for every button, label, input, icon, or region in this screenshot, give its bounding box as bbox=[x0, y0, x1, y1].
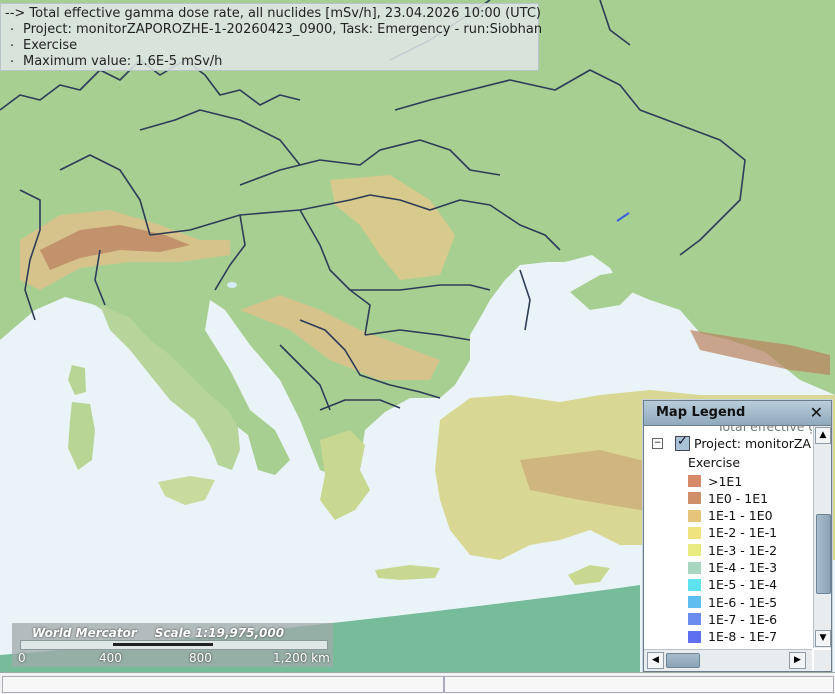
legend-item-label: >1E1 bbox=[708, 473, 743, 489]
legend-swatch bbox=[688, 526, 701, 539]
scale-caption: World Mercator Scale 1:19,975,000 bbox=[32, 626, 302, 640]
legend-swatch bbox=[688, 578, 701, 591]
legend-item: 1E-4 - 1E-3 bbox=[688, 560, 777, 576]
status-bar bbox=[0, 672, 835, 694]
legend-item: 1E-6 - 1E-5 bbox=[688, 594, 777, 610]
lake bbox=[227, 282, 237, 288]
projection-name: World Mercator bbox=[32, 626, 137, 640]
legend-vscroll-thumb[interactable] bbox=[816, 514, 831, 594]
scale-bar-graphic bbox=[20, 640, 328, 650]
legend-item-label: 1E-1 - 1E0 bbox=[708, 508, 773, 524]
info-title: --> Total effective gamma dose rate, all… bbox=[5, 6, 541, 21]
legend-item: 1E-5 - 1E-4 bbox=[688, 577, 777, 593]
scroll-corner bbox=[814, 650, 831, 671]
legend-item-label: 1E-4 - 1E-3 bbox=[708, 560, 778, 575]
info-exercise: Exercise bbox=[5, 35, 534, 54]
legend-item-label: 1E0 - 1E1 bbox=[708, 490, 769, 506]
scroll-right-icon[interactable]: ▶ bbox=[789, 652, 806, 669]
scroll-up-icon[interactable]: ▲ bbox=[815, 427, 831, 444]
legend-swatch bbox=[688, 596, 701, 609]
legend-exercise-label: Exercise bbox=[688, 455, 741, 470]
legend-item: 1E-7 - 1E-6 bbox=[688, 611, 777, 627]
legend-item: >1E1 bbox=[688, 473, 742, 489]
scale-ratio: Scale 1:19,975,000 bbox=[154, 626, 285, 640]
legend-hscroll-thumb[interactable] bbox=[666, 653, 700, 668]
status-cell-left bbox=[2, 676, 444, 693]
scale-bar: World Mercator Scale 1:19,975,000 0 400 8… bbox=[12, 623, 333, 667]
legend-swatch bbox=[688, 630, 701, 643]
checkbox-checked-icon[interactable] bbox=[675, 434, 690, 451]
legend-item: 1E-3 - 1E-2 bbox=[688, 542, 777, 558]
map-legend-window[interactable]: Map Legend ✕ Total effective gam − Proje… bbox=[643, 400, 832, 672]
scale-tick-0: 0 bbox=[18, 651, 26, 665]
legend-swatch bbox=[688, 561, 701, 574]
legend-titlebar[interactable]: Map Legend ✕ bbox=[644, 401, 831, 426]
legend-content: Total effective gam − Project: monitorZA… bbox=[644, 426, 812, 648]
legend-swatch bbox=[688, 492, 701, 505]
info-project: Project: monitorZAPOROZHE-1-20260423_090… bbox=[5, 19, 542, 38]
info-max-value: Maximum value: 1.6E-5 mSv/h bbox=[5, 51, 534, 70]
legend-item-label: 1E-3 - 1E-2 bbox=[708, 542, 778, 558]
scale-bar-segment bbox=[113, 643, 213, 646]
legend-layer-clipped: Total effective gam bbox=[717, 426, 812, 434]
scroll-left-icon[interactable]: ◀ bbox=[647, 652, 664, 669]
legend-item-label: 1E-7 - 1E-6 bbox=[708, 611, 778, 627]
legend-swatch bbox=[688, 544, 701, 557]
scroll-down-icon[interactable]: ▼ bbox=[815, 630, 831, 647]
legend-horizontal-scrollbar[interactable]: ◀ ▶ bbox=[644, 649, 812, 671]
legend-swatch bbox=[688, 613, 701, 626]
legend-item-label: 1E-8 - 1E-7 bbox=[708, 629, 778, 645]
scale-tick-400: 400 bbox=[99, 651, 122, 665]
legend-swatch bbox=[688, 475, 701, 487]
legend-item: 1E-1 - 1E0 bbox=[688, 508, 773, 524]
legend-vertical-scrollbar[interactable]: ▲ ▼ bbox=[813, 426, 831, 648]
legend-project-row[interactable]: − Project: monitorZAP bbox=[652, 434, 812, 451]
legend-project-label: Project: monitorZAP bbox=[694, 436, 812, 451]
legend-item: 1E0 - 1E1 bbox=[688, 490, 768, 506]
status-cell-right bbox=[444, 676, 834, 693]
legend-item-label: 1E-5 - 1E-4 bbox=[708, 577, 778, 593]
legend-item: 1E-2 - 1E-1 bbox=[688, 525, 777, 541]
scale-tick-800: 800 bbox=[189, 651, 212, 665]
legend-item-label: 1E-6 - 1E-5 bbox=[708, 594, 778, 610]
scale-tick-1200: 1,200 km bbox=[273, 651, 330, 665]
legend-swatch bbox=[688, 509, 701, 522]
map-info-panel: --> Total effective gamma dose rate, all… bbox=[0, 3, 542, 71]
close-icon[interactable]: ✕ bbox=[810, 401, 823, 425]
collapse-icon[interactable]: − bbox=[652, 438, 663, 449]
legend-item: 1E-8 - 1E-7 bbox=[688, 629, 777, 645]
legend-title: Map Legend bbox=[656, 405, 746, 420]
legend-item-label: 1E-2 - 1E-1 bbox=[708, 525, 778, 541]
